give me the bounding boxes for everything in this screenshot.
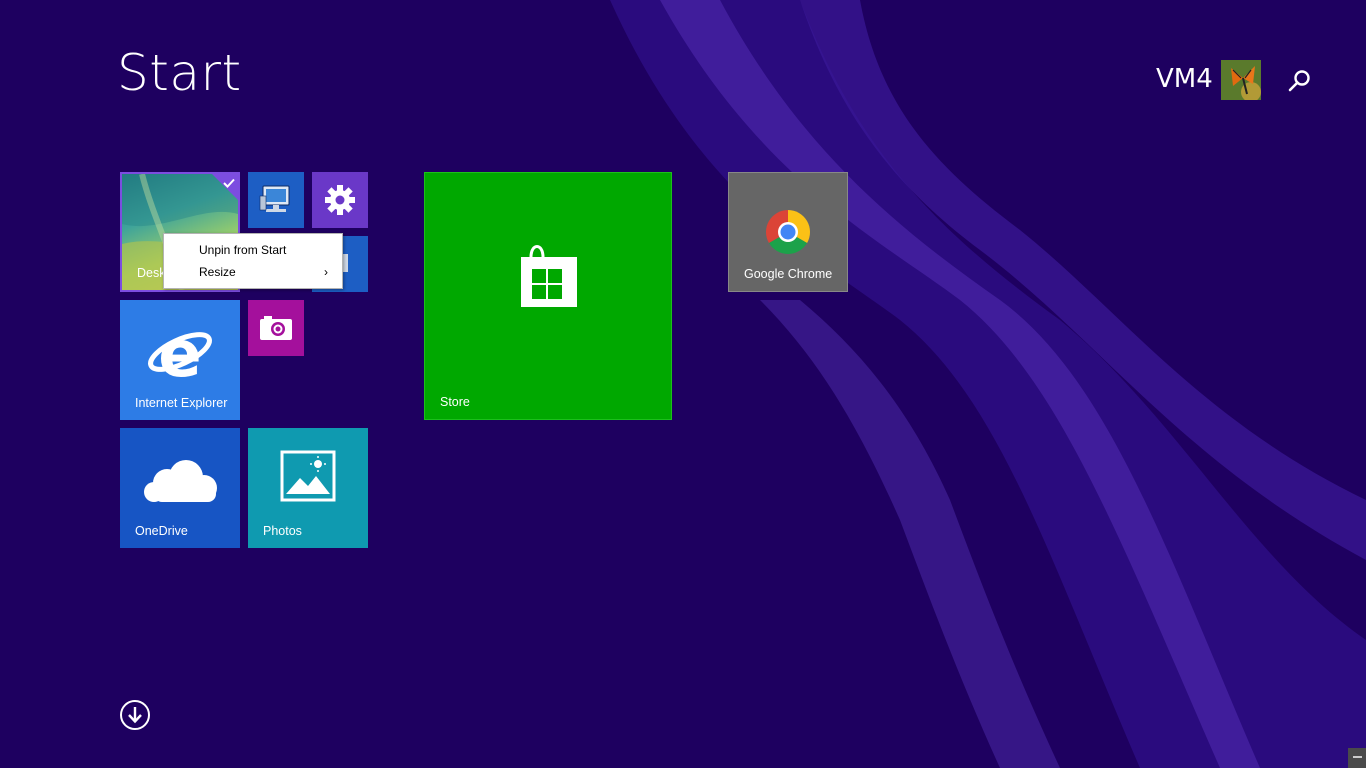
tile-store-label: Store xyxy=(440,395,470,409)
tile-context-menu: Unpin from Start Resize › xyxy=(163,233,343,289)
chevron-right-icon: › xyxy=(324,265,328,279)
tile-photos[interactable]: Photos xyxy=(248,428,368,548)
checkmark-icon xyxy=(223,178,235,188)
start-title: Start xyxy=(117,44,242,102)
menu-item-resize-label: Resize xyxy=(199,265,236,279)
all-apps-button[interactable] xyxy=(119,699,151,731)
minimize-corner-button[interactable] xyxy=(1348,748,1366,768)
tile-store[interactable]: Store xyxy=(424,172,672,420)
camera-icon xyxy=(260,316,292,340)
tile-onedrive[interactable]: OneDrive xyxy=(120,428,240,548)
tile-internet-explorer-label: Internet Explorer xyxy=(135,396,228,410)
tile-google-chrome[interactable]: Google Chrome xyxy=(728,172,848,292)
tile-camera[interactable] xyxy=(248,300,304,356)
tile-onedrive-label: OneDrive xyxy=(135,524,188,538)
search-icon xyxy=(1288,70,1310,92)
tile-internet-explorer[interactable]: e Internet Explorer xyxy=(120,300,240,420)
gear-icon xyxy=(325,185,355,215)
shopping-bag-icon xyxy=(521,245,577,307)
tile-this-pc[interactable] xyxy=(248,172,304,228)
tile-pc-settings[interactable] xyxy=(312,172,368,228)
butterfly-avatar-image xyxy=(1221,60,1261,100)
user-name[interactable]: VM4 xyxy=(1156,66,1213,92)
menu-item-resize[interactable]: Resize › xyxy=(164,261,342,283)
tile-google-chrome-label: Google Chrome xyxy=(744,267,833,281)
computer-icon xyxy=(259,185,290,212)
menu-item-unpin-label: Unpin from Start xyxy=(199,243,287,257)
menu-item-unpin[interactable]: Unpin from Start xyxy=(164,239,342,261)
arrow-down-circle-icon xyxy=(120,700,150,730)
tile-photos-label: Photos xyxy=(263,524,302,538)
user-avatar[interactable] xyxy=(1221,60,1261,100)
search-button[interactable] xyxy=(1286,68,1312,94)
